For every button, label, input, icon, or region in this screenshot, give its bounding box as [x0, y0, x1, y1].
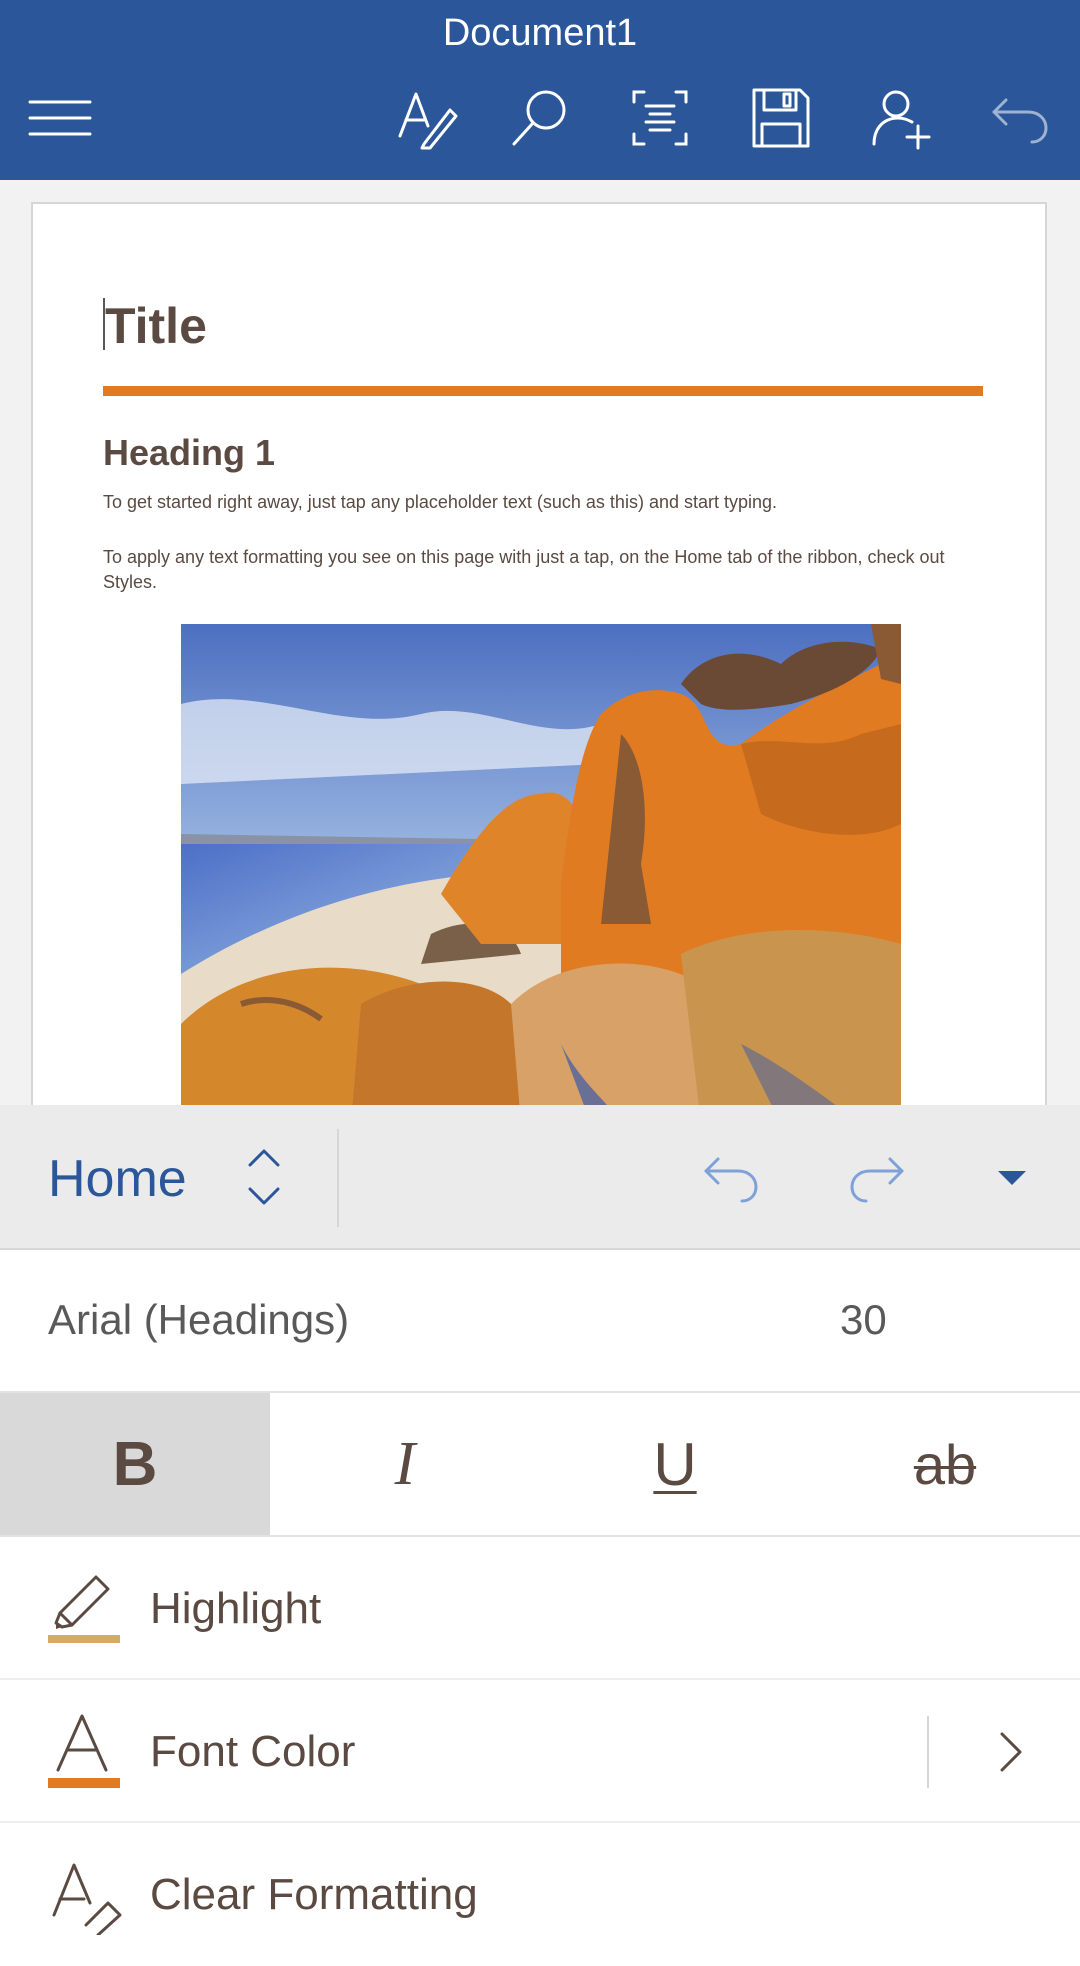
bold-button[interactable]: B: [0, 1393, 270, 1535]
format-panel: Arial (Headings) 30 B I U ab Highlight F…: [0, 1250, 1080, 1935]
strikethrough-label: ab: [913, 1432, 977, 1496]
menu-icon[interactable]: [28, 86, 92, 150]
document-name[interactable]: Document1: [0, 8, 1080, 58]
clear-formatting-row[interactable]: Clear Formatting: [0, 1823, 1080, 1966]
document-page[interactable]: Title Heading 1 To get started right awa…: [31, 202, 1047, 1105]
ribbon-divider: [337, 1129, 339, 1227]
font-color-swatch: [48, 1778, 120, 1788]
ribbon-tab-home[interactable]: Home: [48, 1149, 187, 1209]
redo-icon[interactable]: [846, 1147, 906, 1207]
bold-label: B: [112, 1429, 158, 1499]
ribbon-bar: Home: [0, 1105, 1080, 1250]
search-icon[interactable]: [508, 86, 572, 150]
underline-label: U: [653, 1430, 697, 1498]
chevron-right-icon[interactable]: [996, 1730, 1026, 1774]
doc-paragraph-1[interactable]: To get started right away, just tap any …: [103, 490, 983, 515]
font-color-icon: [48, 1714, 120, 1788]
save-icon[interactable]: [748, 86, 812, 150]
highlight-row[interactable]: Highlight: [0, 1537, 1080, 1680]
font-color-divider: [927, 1716, 929, 1788]
italic-label: I: [394, 1429, 416, 1498]
font-color-label: Font Color: [150, 1727, 356, 1776]
clear-formatting-label: Clear Formatting: [150, 1870, 478, 1919]
document-canvas[interactable]: Title Heading 1 To get started right awa…: [0, 180, 1080, 1105]
app-header: Document1: [0, 0, 1080, 180]
font-picker-row[interactable]: Arial (Headings) 30: [0, 1250, 1080, 1393]
undo-icon[interactable]: [702, 1147, 762, 1207]
share-add-person-icon[interactable]: [868, 86, 932, 150]
collapse-ribbon-icon[interactable]: [996, 1165, 1028, 1189]
title-underline-rule: [103, 386, 983, 396]
font-name[interactable]: Arial (Headings): [48, 1294, 349, 1346]
beach-rocks-photo[interactable]: [181, 624, 901, 1105]
focus-view-icon[interactable]: [628, 86, 692, 150]
text-style-row: B I U ab: [0, 1393, 1080, 1537]
undo-icon[interactable]: [988, 86, 1052, 150]
tab-switch-icon[interactable]: [244, 1147, 284, 1207]
highlighter-icon: [48, 1575, 120, 1643]
highlight-label: Highlight: [150, 1584, 322, 1633]
highlight-color-swatch: [48, 1635, 120, 1643]
font-color-row[interactable]: Font Color: [0, 1680, 1080, 1823]
font-size[interactable]: 30: [840, 1294, 887, 1346]
doc-heading-1[interactable]: Heading 1: [103, 430, 275, 476]
strikethrough-button[interactable]: ab: [810, 1393, 1080, 1535]
clear-formatting-icon: [52, 1863, 122, 1935]
italic-button[interactable]: I: [270, 1393, 540, 1535]
draw-pen-icon[interactable]: [394, 86, 458, 150]
underline-button[interactable]: U: [540, 1393, 810, 1535]
doc-paragraph-2[interactable]: To apply any text formatting you see on …: [103, 545, 983, 595]
doc-title[interactable]: Title: [105, 296, 207, 356]
